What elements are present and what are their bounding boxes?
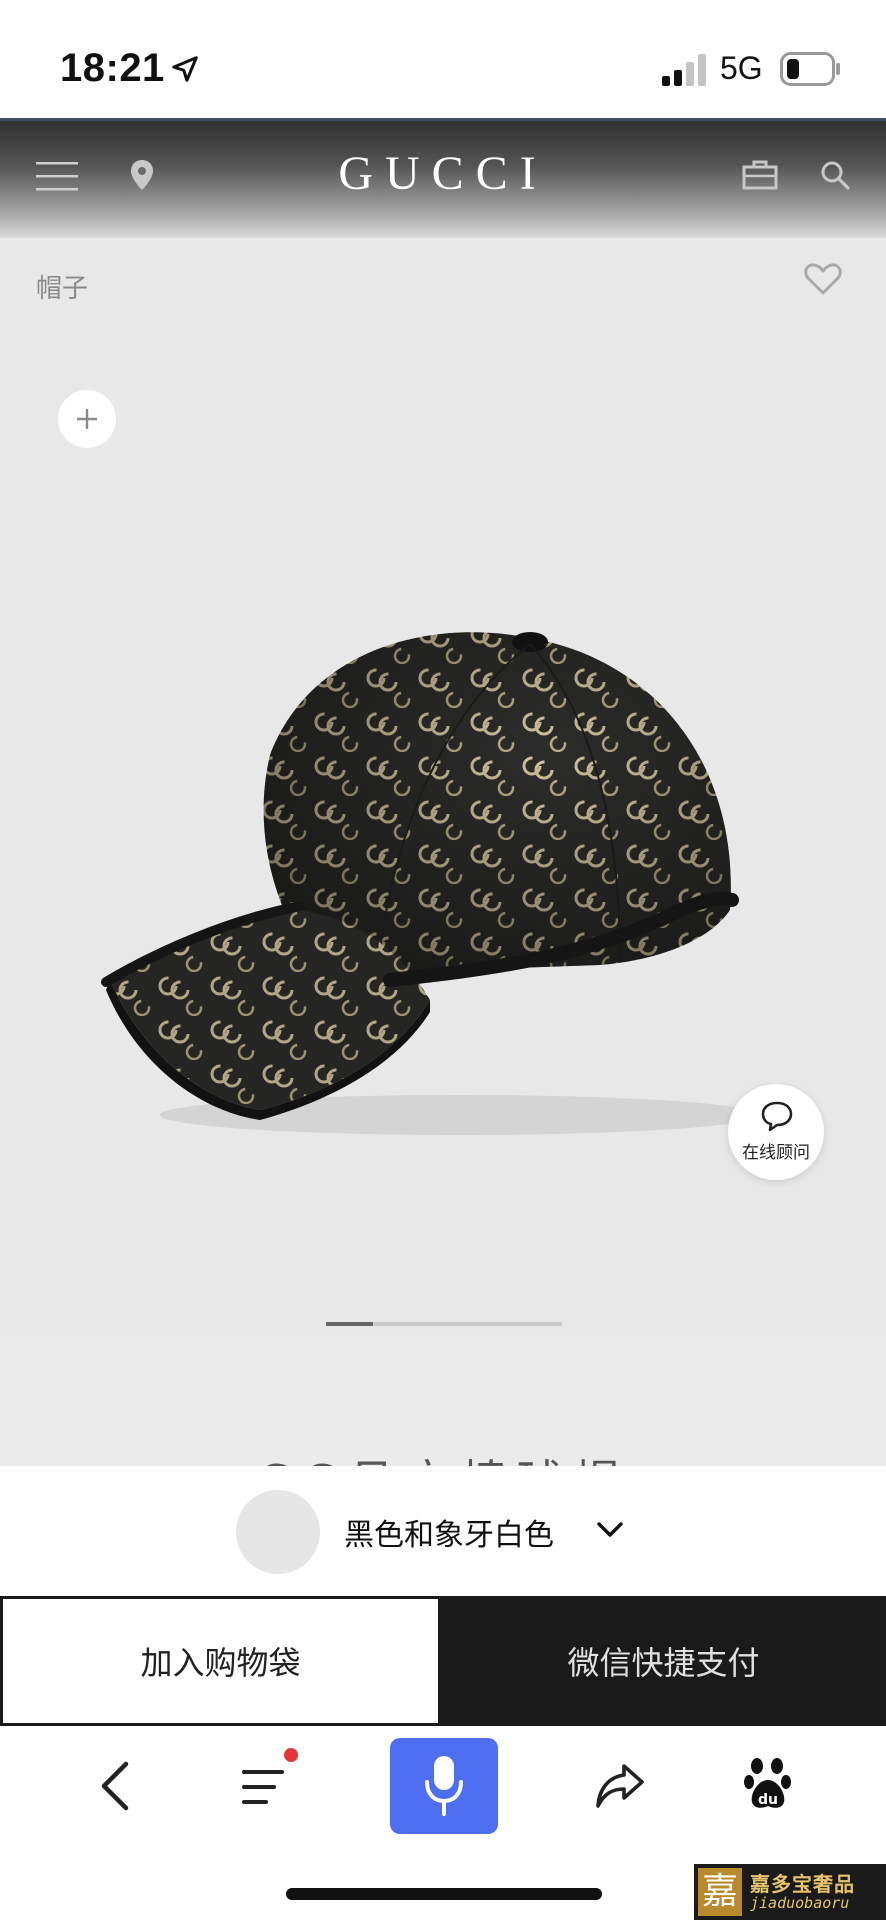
watermark-name: 嘉多宝奢品 [750,1872,855,1896]
shopping-bag-icon[interactable] [742,158,778,190]
product-title-text: GG丹宁棒球帽 [257,1450,628,1466]
add-to-bag-button[interactable]: 加入购物袋 [0,1596,441,1726]
back-icon[interactable] [96,1760,136,1812]
image-carousel-progress [326,1322,562,1326]
search-icon[interactable] [820,160,850,190]
status-time: 18:21 [60,46,165,90]
list-icon[interactable] [240,1766,288,1808]
plus-icon [77,409,97,429]
svg-text:du: du [758,1792,778,1808]
battery-icon [780,52,840,86]
color-label[interactable]: 黑色和象牙白色 [344,1510,554,1554]
location-arrow-icon [172,56,198,82]
product-image-cap [101,632,760,1135]
heart-icon[interactable] [804,262,842,296]
baidu-paw-icon[interactable]: du [744,1756,792,1812]
voice-search-button[interactable] [390,1738,498,1834]
header-accent-line [0,118,886,121]
zoom-button[interactable] [58,390,116,448]
chat-label: 在线顾问 [742,1143,810,1163]
category-label[interactable]: 帽子 [36,268,88,305]
home-indicator [286,1888,602,1900]
wechat-pay-button[interactable]: 微信快捷支付 [441,1596,886,1726]
product-title: GG丹宁棒球帽 [0,1444,886,1466]
color-selector[interactable]: 黑色和象牙白色 [0,1466,886,1596]
online-advisor-button[interactable]: 在线顾问 [728,1084,824,1180]
network-type: 5G [720,50,763,86]
image-carousel-progress-fill [326,1322,374,1326]
watermark-seal: 嘉 [698,1868,742,1916]
chevron-down-icon[interactable] [594,1514,626,1546]
watermark-romanized: jiaduobaoru [750,1894,850,1912]
notification-dot [284,1748,298,1762]
chat-bubble-icon [761,1101,793,1132]
status-bar: 18:21 5G [0,0,886,120]
microphone-icon [425,1756,463,1816]
watermark: 嘉 嘉多宝奢品 jiaduobaoru [694,1864,886,1920]
color-swatch[interactable] [236,1490,320,1574]
signal-icon [662,54,706,86]
share-icon[interactable] [594,1762,646,1810]
